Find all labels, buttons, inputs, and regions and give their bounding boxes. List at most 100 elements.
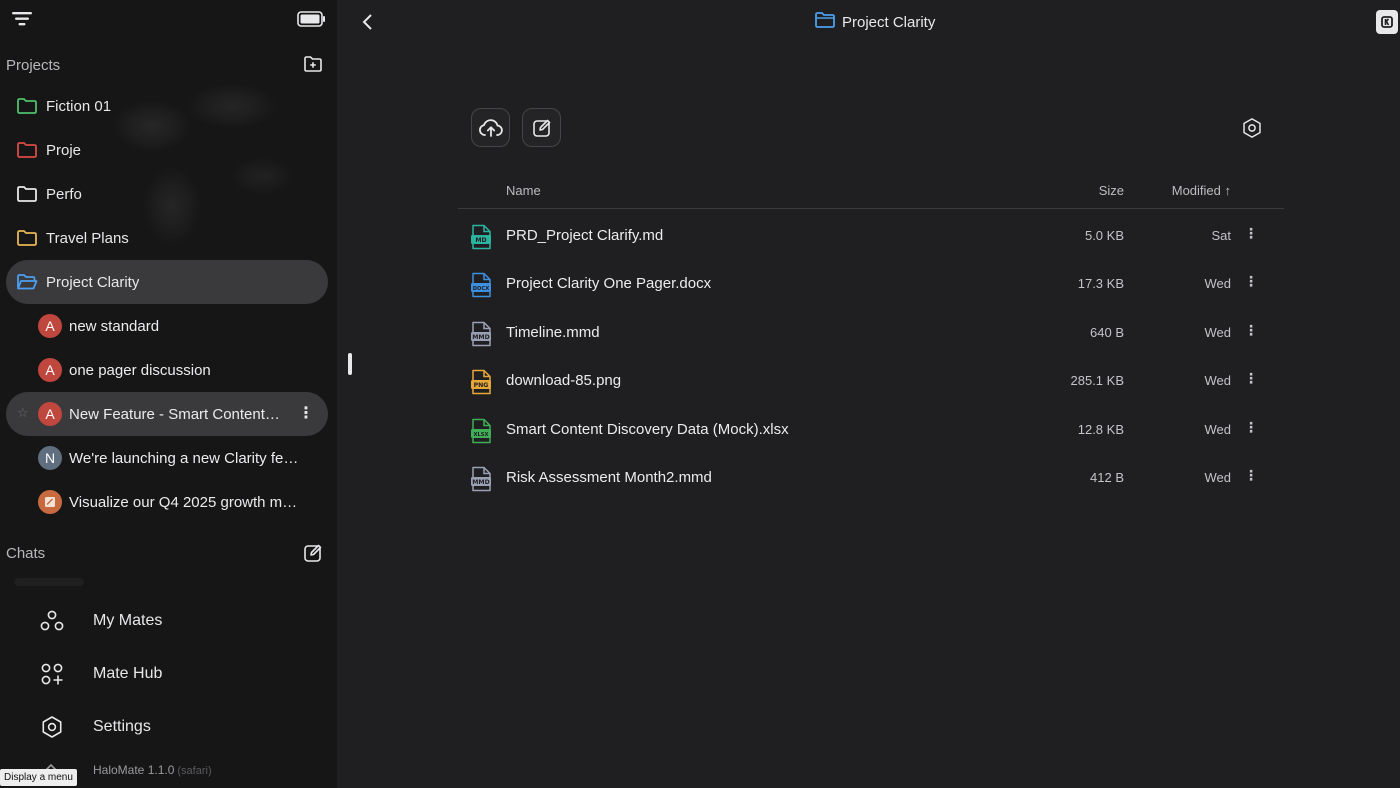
file-name[interactable]: Timeline.mmd	[506, 324, 600, 341]
menu-label: My Mates	[93, 612, 163, 629]
file-md-icon: MD	[470, 224, 492, 250]
file-docx-icon: DOCX	[470, 272, 492, 298]
project-item-fiction[interactable]: Fiction 01	[6, 84, 328, 128]
file-size: 285.1 KB	[1070, 373, 1125, 388]
file-modified: Wed	[1204, 325, 1232, 340]
version-label: HaloMate 1.1.0 (safari)	[93, 763, 212, 777]
file-name[interactable]: Smart Content Discovery Data (Mock).xlsx	[506, 421, 789, 438]
new-project-icon[interactable]	[302, 54, 324, 74]
folder-icon	[16, 95, 38, 117]
file-modified: Wed	[1204, 276, 1232, 291]
more-options-icon[interactable]: ⋮	[1244, 322, 1258, 339]
file-row[interactable]: MMD Risk Assessment Month2.mmd 412 B Wed ⋮	[458, 455, 1284, 503]
project-chat-item-active[interactable]: ☆ A New Feature - Smart Content Discover…	[6, 392, 328, 436]
file-row[interactable]: MMD Timeline.mmd 640 B Wed ⋮	[458, 310, 1284, 358]
file-size: 12.8 KB	[1077, 422, 1124, 437]
column-header-size[interactable]: Size	[1099, 183, 1124, 198]
file-modified: Sat	[1211, 228, 1231, 243]
file-modified: Wed	[1204, 422, 1232, 437]
more-options-icon[interactable]: ⋮	[1244, 419, 1258, 436]
file-size: 640 B	[1090, 325, 1124, 340]
svg-text:MMD: MMD	[472, 334, 489, 341]
projects-section-title: Projects	[6, 57, 61, 74]
svg-text:MMD: MMD	[472, 479, 489, 486]
sidebar-toggle-icon[interactable]	[296, 10, 326, 28]
project-label: Fiction 01	[46, 97, 112, 115]
back-arrow-icon[interactable]	[359, 11, 375, 33]
sidebar: Projects Fiction 01 Proje Perfo Travel P…	[0, 0, 337, 788]
settings-icon	[40, 715, 64, 739]
project-label: Project Clarity	[46, 273, 140, 291]
menu-tooltip: Display a menu	[0, 769, 77, 786]
avatar: A	[38, 358, 62, 382]
more-options-icon[interactable]: ⋮	[1244, 225, 1258, 242]
file-row[interactable]: PNG download-85.png 285.1 KB Wed ⋮	[458, 358, 1284, 406]
file-mmd-icon: MMD	[470, 466, 492, 492]
new-document-button[interactable]	[522, 108, 561, 147]
settings-icon[interactable]	[1240, 116, 1264, 140]
menu-label: Settings	[93, 718, 151, 735]
env-text: (safari)	[177, 765, 212, 777]
project-item-2[interactable]: Proje	[6, 128, 328, 172]
file-size: 412 B	[1090, 470, 1124, 485]
project-item-travel-plans[interactable]: Travel Plans	[6, 216, 328, 260]
file-size: 5.0 KB	[1084, 228, 1124, 243]
cloud-upload-icon	[478, 118, 503, 137]
folder-icon	[814, 11, 836, 34]
project-chat-item[interactable]: N We're launching a new Clarity feature	[6, 436, 328, 480]
file-table-header: Name Size Modified ↑	[458, 176, 1284, 209]
more-options-icon[interactable]: ⋮	[1244, 467, 1258, 484]
page-title: Project Clarity	[814, 10, 935, 34]
project-chat-item[interactable]: A new standard	[6, 304, 328, 348]
svg-text:MD: MD	[475, 237, 486, 244]
file-row[interactable]: DOCX Project Clarity One Pager.docx 17.3 K…	[458, 261, 1284, 309]
folder-icon	[16, 183, 38, 205]
menu-label: Mate Hub	[93, 665, 163, 682]
filter-menu-icon[interactable]	[11, 9, 33, 29]
file-xlsx-icon: XLSX	[470, 418, 492, 444]
project-chat-item[interactable]: Visualize our Q4 2025 growth metrics	[6, 480, 328, 524]
project-chat-item[interactable]: A one pager discussion	[6, 348, 328, 392]
chat-label: New Feature - Smart Content Discovery	[69, 405, 283, 423]
column-header-name[interactable]: Name	[506, 183, 541, 198]
file-modified: Wed	[1204, 470, 1232, 485]
chat-label: We're launching a new Clarity feature	[69, 449, 305, 467]
title-text: Project Clarity	[842, 13, 936, 31]
chat-label: Visualize our Q4 2025 growth metrics	[69, 493, 305, 511]
avatar: A	[38, 314, 62, 338]
folder-open-icon	[16, 271, 38, 293]
more-options-icon[interactable]: ⋮	[298, 403, 314, 423]
version-text: HaloMate 1.1.0	[93, 763, 175, 777]
file-mmd-icon: MMD	[470, 321, 492, 347]
more-options-icon[interactable]: ⋮	[1244, 273, 1258, 290]
file-row[interactable]: MD PRD_Project Clarify.md 5.0 KB Sat ⋮	[458, 213, 1284, 261]
star-icon[interactable]: ☆	[17, 405, 29, 421]
project-label: Travel Plans	[46, 229, 129, 247]
file-name[interactable]: download-85.png	[506, 372, 621, 389]
mate-hub-menu-item[interactable]: Mate Hub	[40, 654, 162, 694]
upload-button[interactable]	[471, 108, 510, 147]
file-name[interactable]: Risk Assessment Month2.mmd	[506, 469, 712, 486]
svg-text:PNG: PNG	[474, 382, 489, 389]
chat-label: one pager discussion	[69, 361, 211, 379]
avatar: N	[38, 446, 62, 470]
app-logo-icon[interactable]	[1376, 10, 1398, 34]
app-window: Projects Fiction 01 Proje Perfo Travel P…	[0, 0, 1400, 788]
main-panel: Project Clarity Name Size Modified ↑ MD P…	[337, 0, 1400, 788]
mate-hub-icon	[40, 662, 64, 686]
project-item-3[interactable]: Perfo	[6, 172, 328, 216]
column-header-modified[interactable]: Modified ↑	[1172, 183, 1231, 198]
file-row[interactable]: XLSX Smart Content Discovery Data (Mock).…	[458, 407, 1284, 455]
chart-avatar-icon	[38, 490, 62, 514]
edit-icon	[532, 119, 550, 137]
more-options-icon[interactable]: ⋮	[1244, 370, 1258, 387]
file-name[interactable]: Project Clarity One Pager.docx	[506, 275, 711, 292]
file-name[interactable]: PRD_Project Clarify.md	[506, 227, 663, 244]
mates-icon	[40, 609, 64, 633]
project-label: Perfo	[46, 185, 82, 203]
my-mates-menu-item[interactable]: My Mates	[40, 601, 162, 641]
chat-label: new standard	[69, 317, 160, 335]
project-item-project-clarity[interactable]: Project Clarity	[6, 260, 328, 304]
settings-menu-item[interactable]: Settings	[40, 707, 151, 747]
new-chat-icon[interactable]	[302, 542, 324, 564]
